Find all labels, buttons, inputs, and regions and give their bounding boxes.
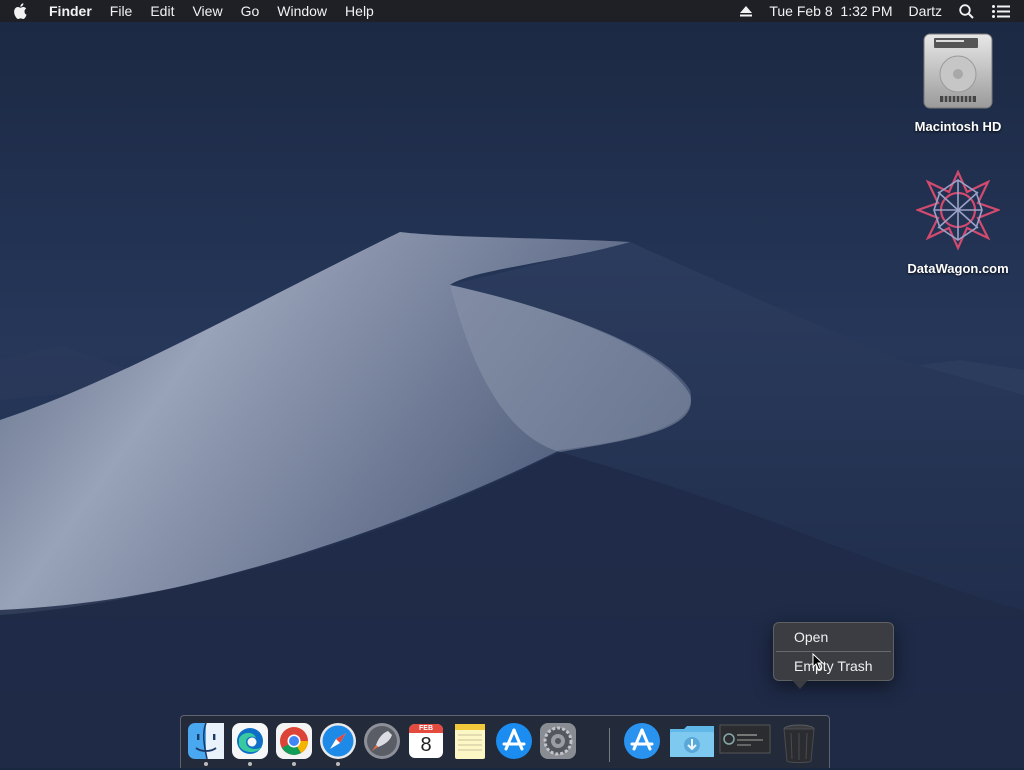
dock-downloads[interactable] (668, 721, 716, 761)
dock-edge[interactable] (230, 721, 270, 761)
applications-folder-icon (624, 723, 660, 759)
dock-system-preferences[interactable] (538, 721, 578, 761)
dock-finder[interactable] (186, 721, 226, 761)
desktop-icon-macintosh-hd[interactable]: Macintosh HD (898, 32, 1018, 134)
mouse-cursor-icon (812, 653, 824, 671)
calendar-day: 8 (420, 734, 432, 756)
datawagon-icon (914, 169, 1002, 251)
dock-applications[interactable] (622, 721, 662, 761)
edge-icon (232, 723, 268, 759)
finder-icon (188, 722, 224, 760)
dock-separator (609, 728, 610, 762)
running-indicator (292, 762, 296, 766)
system-preferences-icon (540, 723, 576, 759)
context-menu-empty-trash[interactable]: Empty Trash (774, 652, 893, 680)
menu-go[interactable]: Go (232, 0, 269, 22)
menu-finder[interactable]: Finder (40, 0, 101, 22)
menubar-user[interactable]: Dartz (901, 0, 950, 22)
running-indicator (248, 762, 252, 766)
menu-bar: Finder File Edit View Go Window Help Tue… (0, 0, 1024, 22)
running-indicator (204, 762, 208, 766)
desktop-icon-label: DataWagon.com (907, 261, 1009, 276)
dock-notes[interactable] (450, 721, 490, 761)
hard-drive-icon (923, 33, 993, 109)
dock-app-store[interactable] (494, 721, 534, 761)
trash-context-menu: Open Empty Trash (773, 622, 894, 681)
dock-calendar[interactable]: FEB 8 (406, 721, 446, 761)
safari-icon (320, 723, 356, 759)
menu-window[interactable]: Window (268, 0, 336, 22)
calendar-icon: FEB 8 (409, 724, 443, 758)
spotlight-search-icon[interactable] (950, 0, 983, 22)
dock-chrome[interactable] (274, 721, 314, 761)
menu-edit[interactable]: Edit (141, 0, 183, 22)
downloads-folder-icon (670, 726, 714, 757)
calendar-month: FEB (409, 724, 443, 733)
app-store-icon (496, 723, 532, 759)
menu-help[interactable]: Help (336, 0, 383, 22)
dock-launchpad[interactable] (362, 721, 402, 761)
notification-center-icon[interactable] (983, 0, 1024, 22)
context-menu-open[interactable]: Open (774, 623, 893, 651)
notes-icon (455, 724, 485, 759)
desktop-icon-datawagon[interactable]: DataWagon.com (898, 168, 1018, 276)
dock-trash[interactable] (779, 721, 819, 763)
launchpad-icon (364, 723, 400, 759)
dock-screenshot[interactable] (719, 721, 771, 761)
menubar-clock[interactable]: Tue Feb 8 1:32 PM (761, 0, 900, 22)
trash-icon (783, 724, 815, 763)
desktop-icon-label: Macintosh HD (914, 119, 1002, 134)
running-indicator (336, 762, 340, 766)
chrome-icon (276, 723, 312, 759)
menu-file[interactable]: File (101, 0, 142, 22)
screenshot-thumbnail-icon (719, 724, 771, 754)
dock-safari[interactable] (318, 721, 358, 761)
dock: FEB 8 (180, 715, 830, 768)
apple-menu-icon[interactable] (0, 0, 40, 22)
context-menu-pointer (792, 680, 808, 689)
eject-icon[interactable] (731, 0, 761, 22)
menu-view[interactable]: View (183, 0, 231, 22)
